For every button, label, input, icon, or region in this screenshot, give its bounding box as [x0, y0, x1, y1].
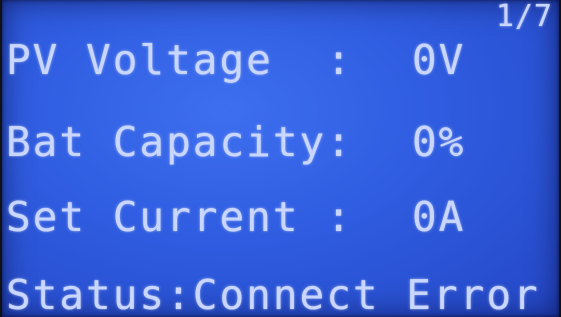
- set-current-value: 0A: [412, 193, 466, 241]
- pv-voltage-value: 0V: [412, 36, 466, 84]
- pv-voltage-label: PV Voltage :: [6, 36, 353, 84]
- page-indicator: 1/7: [495, 0, 553, 34]
- lcd-screen: 1/7 PV Voltage : 0V Bat Capacity: 0% Set…: [2, 0, 559, 317]
- status-line: Status:Connect Error: [6, 271, 540, 317]
- battery-capacity-value: 0%: [412, 118, 466, 166]
- battery-capacity-label: Bat Capacity:: [6, 118, 353, 166]
- lcd-display: 1/7 PV Voltage : 0V Bat Capacity: 0% Set…: [0, 0, 561, 317]
- set-current-label: Set Current :: [6, 193, 353, 241]
